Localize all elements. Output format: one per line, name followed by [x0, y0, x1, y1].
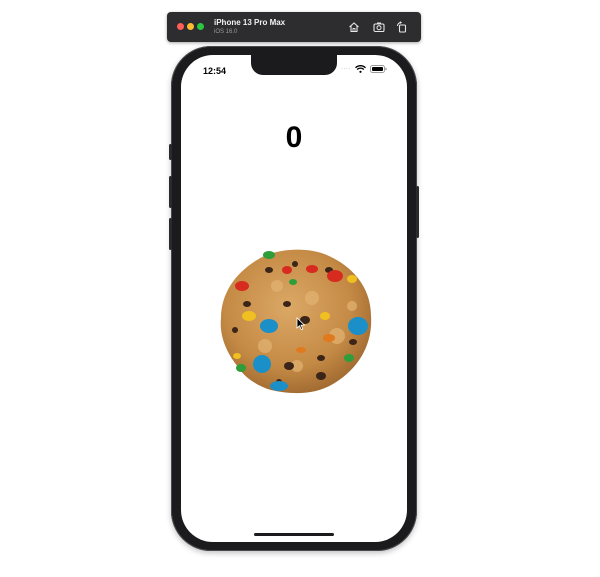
volume-down-button — [169, 218, 172, 250]
status-time: 12:54 — [203, 66, 227, 76]
minimize-window-button[interactable] — [187, 23, 194, 30]
rotate-icon — [397, 21, 407, 33]
mute-switch — [169, 144, 172, 160]
rotate-button[interactable] — [395, 20, 409, 34]
signal-icon: ···· — [341, 66, 351, 72]
cookie-counter: 0 — [285, 121, 303, 154]
status-icons: ···· — [341, 65, 387, 73]
battery-icon — [370, 65, 387, 73]
os-version: iOS 16.0 — [214, 29, 238, 35]
home-icon — [349, 22, 359, 33]
iphone-frame: 12:54 ···· 0 — [169, 46, 419, 551]
wifi-icon — [355, 65, 366, 73]
cookie-button[interactable] — [217, 246, 373, 396]
notch — [251, 55, 337, 75]
phone-screen: 12:54 ···· 0 — [181, 55, 407, 542]
close-window-button[interactable] — [177, 23, 184, 30]
screenshot-icon — [373, 22, 385, 33]
home-indicator[interactable] — [254, 533, 334, 536]
cookie-icon — [220, 249, 372, 394]
zoom-window-button[interactable] — [197, 23, 204, 30]
power-button — [416, 186, 419, 238]
device-name: iPhone 13 Pro Max — [214, 18, 286, 27]
volume-up-button — [169, 176, 172, 208]
screenshot-button[interactable] — [372, 20, 386, 34]
simulator-title-bar: iPhone 13 Pro Max iOS 16.0 — [167, 12, 421, 42]
home-button[interactable] — [347, 20, 361, 34]
